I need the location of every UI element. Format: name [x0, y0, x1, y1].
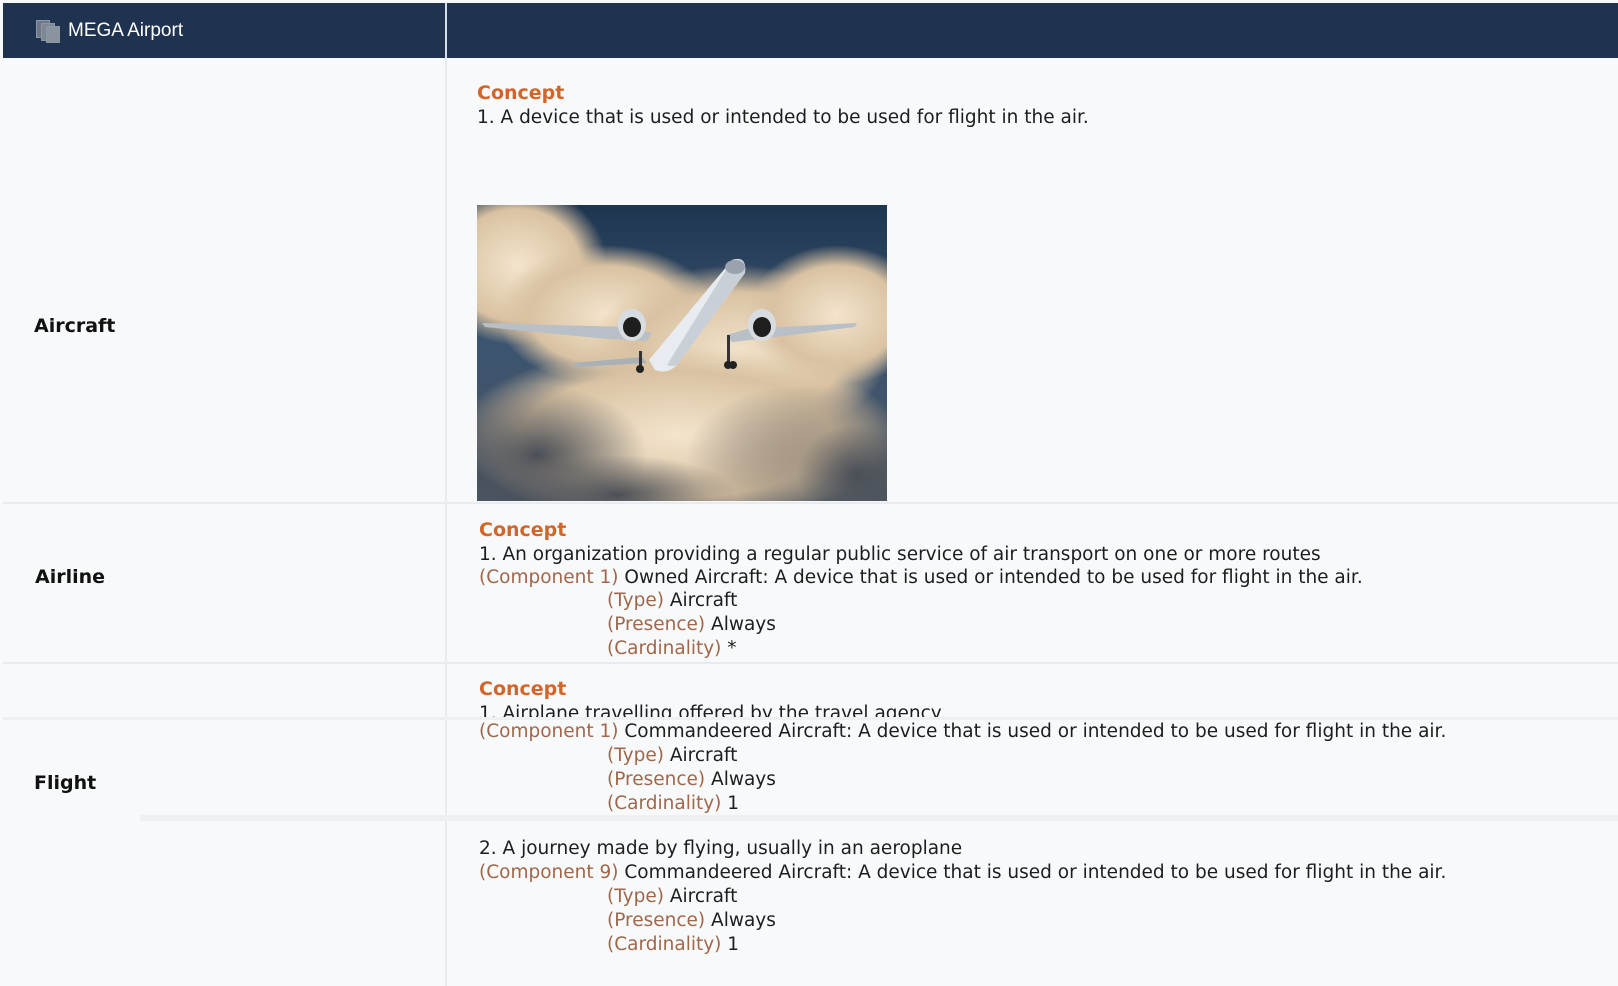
type-tag: (Type)	[607, 590, 664, 611]
presence-line: (Presence) Always	[607, 614, 776, 635]
type-value: Aircraft	[663, 745, 738, 766]
header-title-cell: MEGA Airport	[3, 3, 447, 58]
column-divider	[445, 58, 447, 986]
presence-value: Always	[705, 910, 776, 931]
row-divider	[3, 662, 1618, 664]
type-value: Aircraft	[663, 886, 738, 907]
component-tag: (Component 9)	[479, 862, 619, 883]
app-title: MEGA Airport	[68, 19, 184, 41]
cardinality-tag: (Cardinality)	[607, 793, 722, 814]
cardinality-tag: (Cardinality)	[607, 934, 722, 955]
type-value: Aircraft	[663, 590, 738, 611]
definition-text: 1. An organization providing a regular p…	[479, 544, 1321, 565]
component-text: Commandeered Aircraft: A device that is …	[618, 721, 1447, 742]
term-flight: Flight	[34, 772, 97, 794]
type-line: (Type) Aircraft	[607, 886, 737, 907]
cardinality-line: (Cardinality) 1	[607, 934, 739, 955]
concept-label: Concept	[477, 82, 565, 104]
definition-text: 1. A device that is used or intended to …	[477, 107, 1089, 128]
type-tag: (Type)	[607, 745, 664, 766]
type-tag: (Type)	[607, 886, 664, 907]
component-line: (Component 1) Commandeered Aircraft: A d…	[479, 721, 1446, 742]
component-text: Owned Aircraft: A device that is used or…	[618, 567, 1363, 588]
type-line: (Type) Aircraft	[607, 745, 737, 766]
header-empty-cell	[447, 3, 1618, 58]
term-airline: Airline	[35, 566, 106, 588]
type-line: (Type) Aircraft	[607, 590, 737, 611]
cardinality-tag: (Cardinality)	[607, 638, 722, 659]
cardinality-value: 1	[721, 793, 740, 814]
term-aircraft: Aircraft	[34, 315, 116, 337]
component-tag: (Component 1)	[479, 567, 619, 588]
definition-text: 2. A journey made by flying, usually in …	[479, 838, 963, 859]
airplane-photo	[477, 205, 887, 501]
component-text: Commandeered Aircraft: A device that is …	[618, 862, 1447, 883]
presence-line: (Presence) Always	[607, 769, 776, 790]
cardinality-value: *	[721, 638, 737, 659]
presence-line: (Presence) Always	[607, 910, 776, 931]
documents-icon	[36, 19, 60, 43]
concept-label: Concept	[479, 519, 567, 541]
component-line: (Component 9) Commandeered Aircraft: A d…	[479, 862, 1446, 883]
app-header: MEGA Airport	[3, 3, 1618, 58]
cardinality-value: 1	[721, 934, 740, 955]
presence-value: Always	[705, 769, 776, 790]
component-line: (Component 1) Owned Aircraft: A device t…	[479, 567, 1363, 588]
presence-tag: (Presence)	[607, 910, 706, 931]
row-divider	[3, 502, 1618, 504]
presence-tag: (Presence)	[607, 614, 706, 635]
cardinality-line: (Cardinality) 1	[607, 793, 739, 814]
row-divider	[140, 815, 1618, 821]
row-divider	[3, 717, 1618, 720]
component-tag: (Component 1)	[479, 721, 619, 742]
presence-tag: (Presence)	[607, 769, 706, 790]
cardinality-line: (Cardinality) *	[607, 638, 737, 659]
concept-label: Concept	[479, 678, 567, 700]
presence-value: Always	[705, 614, 776, 635]
